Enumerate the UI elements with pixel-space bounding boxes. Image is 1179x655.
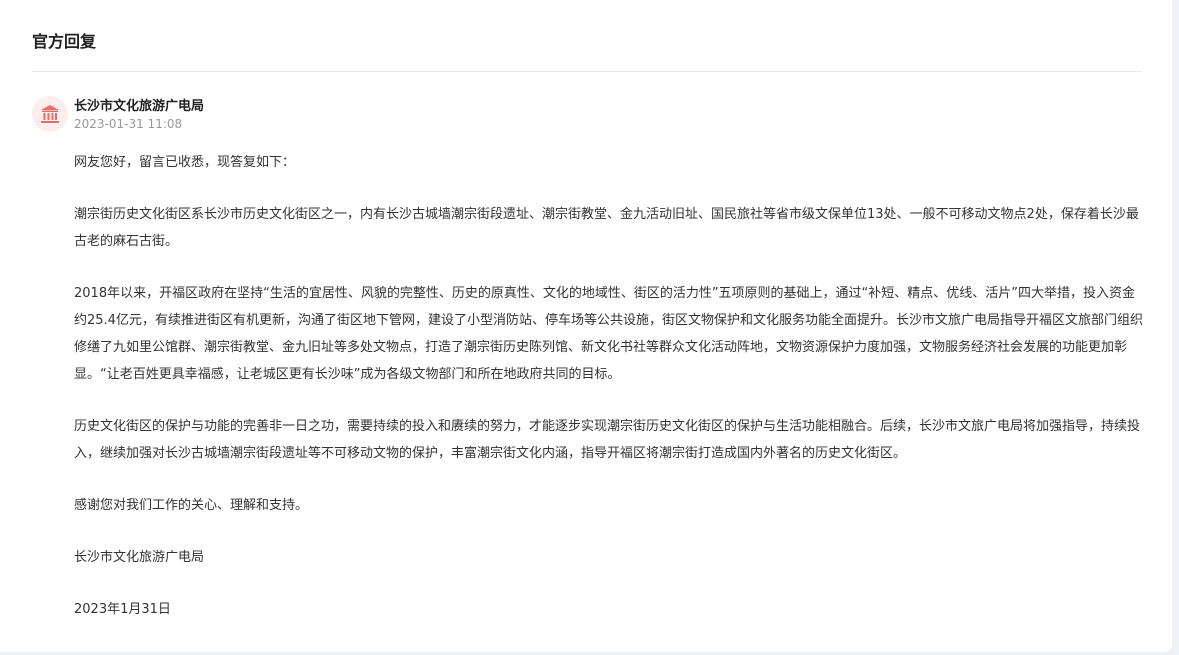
reply-paragraph-intro: 潮宗街历史文化街区系长沙市历史文化街区之一，内有长沙古城墙潮宗街段遗址、潮宗街教… <box>74 207 1139 249</box>
reply-date: 2023年1月31日 <box>74 602 171 617</box>
reply-body: 网友您好，留言已收悉，现答复如下： 潮宗街历史文化街区系长沙市历史文化街区之一，… <box>74 149 1144 648</box>
reply-timestamp: 2023-01-31 11:08 <box>74 117 183 131</box>
government-building-icon <box>41 105 59 123</box>
reply-paragraph-thanks: 感谢您对我们工作的关心、理解和支持。 <box>74 498 309 513</box>
reply-signature: 长沙市文化旅游广电局 <box>74 550 205 565</box>
section-title: 官方回复 <box>32 32 97 51</box>
reply-paragraph-greeting: 网友您好，留言已收悉，现答复如下： <box>74 155 296 170</box>
reply-paragraph-followup: 历史文化街区的保护与功能的完善非一日之功，需要持续的投入和赓续的努力，才能逐步实… <box>74 419 1141 461</box>
reply-paragraph-measures: 2018年以来，开福区政府在坚持“生活的宜居性、风貌的完整性、历史的原真性、文化… <box>74 286 1143 382</box>
avatar <box>32 96 68 132</box>
reply-org-name: 长沙市文化旅游广电局 <box>74 99 205 114</box>
divider <box>32 71 1142 72</box>
official-reply-card: 官方回复 长沙市文化旅游广电局 2023-01-31 11:08 网友您好，留言… <box>0 0 1172 652</box>
